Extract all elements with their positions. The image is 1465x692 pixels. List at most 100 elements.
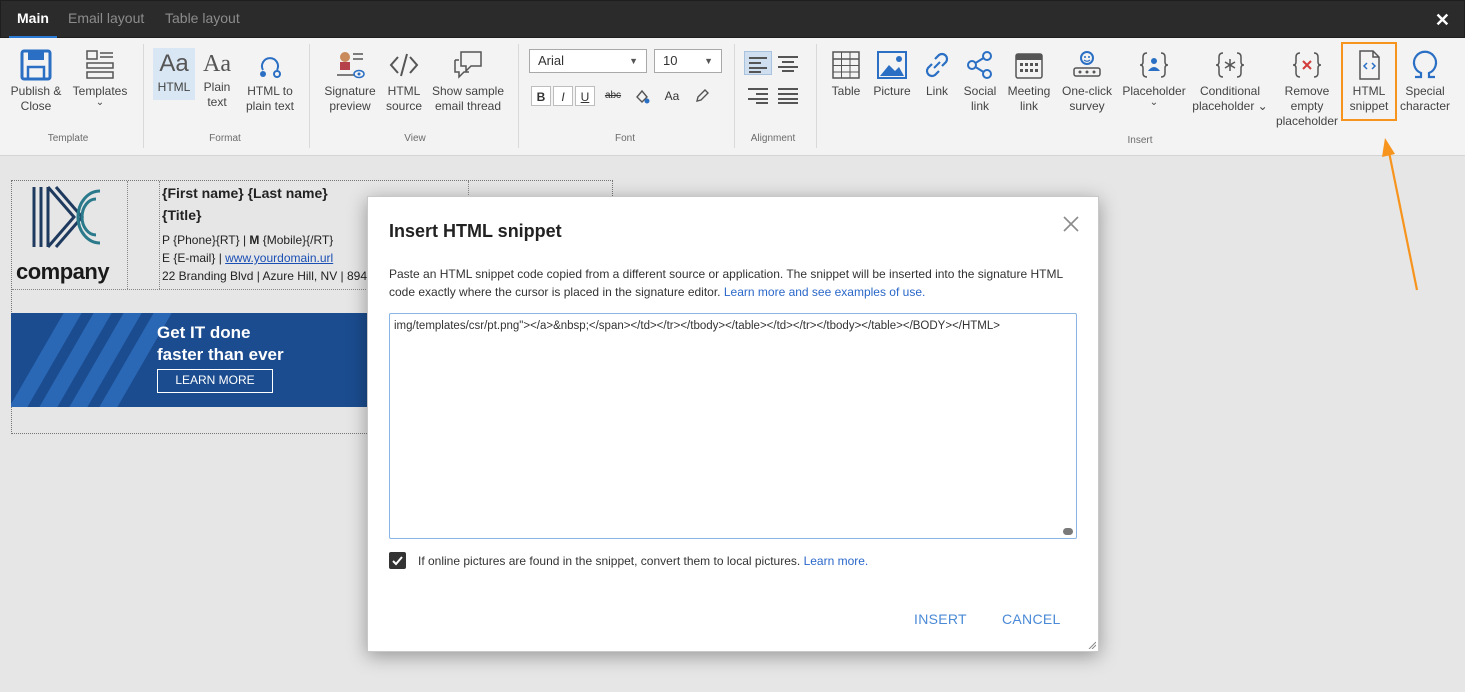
bold-button[interactable]: B	[531, 86, 551, 106]
placeholder-chevron-down-icon: ⌄	[1149, 97, 1159, 108]
omega-icon	[1412, 50, 1438, 79]
ribbon-toolbar: Publish & Close Templates ⌄ Template Aa …	[0, 38, 1465, 156]
font-size-select[interactable]: 10 ▼	[654, 49, 722, 73]
plain-text-button[interactable]: Aa Plain text	[199, 48, 235, 110]
convert-icon	[260, 57, 281, 78]
company-logo-text: company	[16, 259, 110, 284]
insert-button[interactable]: INSERT	[914, 611, 967, 627]
checkmark-icon	[392, 556, 403, 566]
html-source-label-1: HTML	[387, 84, 421, 98]
publish-close-button[interactable]: Publish & Close	[8, 48, 64, 114]
banner-headline-1: Get IT done	[157, 323, 251, 342]
window-close-icon[interactable]: ✕	[1435, 10, 1450, 30]
insert-table-button[interactable]: Table	[828, 48, 864, 99]
align-left-button[interactable]	[744, 51, 772, 75]
italic-button[interactable]: I	[553, 86, 573, 106]
plain-text-label-2: text	[207, 95, 227, 109]
html-to-plain-label-2: plain text	[245, 99, 295, 113]
conditional-label-1: Conditional	[1199, 84, 1261, 98]
insert-placeholder-button[interactable]: Placeholder ⌄	[1121, 48, 1187, 108]
remove-empty-label-1: Remove	[1284, 84, 1330, 98]
survey-icon	[1073, 51, 1101, 77]
strikethrough-button[interactable]: abc	[600, 86, 626, 106]
conditional-label-2: placeholder ⌄	[1192, 99, 1268, 113]
ribbon-separator	[816, 44, 817, 148]
dialog-resize-icon[interactable]	[1088, 641, 1096, 649]
templates-icon	[86, 50, 114, 79]
html-format-button[interactable]: Aa HTML	[153, 48, 195, 100]
meeting-label-2: link	[1019, 99, 1038, 113]
conditional-placeholder-icon	[1215, 52, 1245, 78]
html-snippet-textarea[interactable]: img/templates/csr/pt.png"></a>&nbsp;</sp…	[389, 313, 1077, 539]
remove-empty-placeholder-button[interactable]: Remove empty placeholder	[1274, 48, 1340, 129]
text-color-button[interactable]	[632, 86, 652, 106]
signature-preview-button[interactable]: Signature preview	[322, 48, 378, 114]
learn-more-link[interactable]: Learn more.	[804, 554, 869, 568]
signature-banner[interactable]: Get IT done faster than ever LEARN MORE	[11, 313, 371, 407]
annotation-highlight-box	[1341, 42, 1397, 121]
insert-picture-button[interactable]: Picture	[871, 48, 913, 99]
tab-main[interactable]: Main	[9, 1, 57, 39]
html-to-plain-label-1: HTML to	[247, 84, 293, 98]
insert-meeting-link-button[interactable]: Meeting link	[1005, 48, 1053, 114]
insert-special-character-button[interactable]: Special character	[1398, 48, 1452, 114]
signature-name: {First name} {Last name}	[162, 185, 328, 201]
show-sample-thread-button[interactable]: Show sample email thread	[430, 48, 506, 114]
group-label-font: Font	[614, 133, 635, 144]
meeting-label-1: Meeting	[1007, 84, 1051, 98]
underline-button[interactable]: U	[575, 86, 595, 106]
ribbon-separator	[309, 44, 310, 148]
publish-label-1: Publish &	[10, 84, 62, 98]
survey-label-2: survey	[1069, 99, 1105, 113]
signature-title: {Title}	[162, 207, 202, 223]
font-size-chevron-down-icon: ▼	[704, 56, 713, 66]
special-label-2: character	[1399, 99, 1451, 113]
convert-pictures-checkbox[interactable]	[389, 552, 406, 569]
calendar-icon	[1015, 53, 1043, 79]
signature-preview-icon	[337, 52, 365, 79]
insert-conditional-placeholder-button[interactable]: Conditional placeholder ⌄	[1192, 48, 1268, 114]
dialog-close-icon[interactable]	[1060, 213, 1082, 235]
sample-thread-label-1: Show sample	[431, 84, 505, 98]
cancel-button[interactable]: CANCEL	[1002, 611, 1061, 627]
change-case-button[interactable]: Aa	[662, 86, 682, 106]
publish-label-2: Close	[20, 99, 52, 113]
plain-text-icon: Aa	[203, 51, 231, 77]
dialog-title: Insert HTML snippet	[389, 221, 562, 241]
templates-button[interactable]: Templates ⌄	[70, 48, 130, 108]
learn-more-examples-link[interactable]: Learn more and see examples of use.	[724, 285, 925, 299]
align-right-button[interactable]	[744, 83, 772, 107]
picture-label: Picture	[873, 84, 911, 98]
html-format-icon: Aa	[159, 50, 189, 77]
html-source-button[interactable]: HTML source	[382, 48, 426, 114]
picture-icon	[877, 51, 907, 79]
company-logo[interactable]: company	[12, 181, 128, 289]
social-label-1: Social	[963, 84, 997, 98]
font-family-value: Arial	[538, 53, 565, 68]
font-family-select[interactable]: Arial ▼	[529, 49, 647, 73]
insert-link-button[interactable]: Link	[919, 48, 955, 99]
remove-empty-label-2: empty	[1290, 99, 1324, 113]
survey-label-1: One-click	[1061, 84, 1112, 98]
tab-email-layout[interactable]: Email layout	[68, 1, 144, 39]
signature-url-link[interactable]: www.yourdomain.url	[225, 251, 333, 265]
signature-preview-label-1: Signature	[324, 84, 376, 98]
html-format-label: HTML	[157, 80, 191, 94]
link-label: Link	[925, 84, 948, 98]
clear-format-button[interactable]	[692, 86, 712, 106]
align-justify-button[interactable]	[774, 83, 802, 107]
insert-social-link-button[interactable]: Social link	[961, 48, 999, 114]
banner-headline-2: faster than ever	[157, 345, 284, 364]
tab-table-layout[interactable]: Table layout	[165, 1, 240, 39]
signature-spacer-cell	[128, 181, 160, 289]
insert-html-snippet-dialog: Insert HTML snippet Paste an HTML snippe…	[367, 196, 1099, 652]
banner-learn-more-button[interactable]: LEARN MORE	[157, 369, 273, 393]
placeholder-icon	[1139, 52, 1169, 78]
signature-address: 22 Branding Blvd | Azure Hill, NV | 894	[162, 269, 368, 283]
paint-drop-icon	[636, 89, 650, 104]
thread-icon	[454, 51, 482, 79]
insert-survey-button[interactable]: One-click survey	[1058, 48, 1116, 114]
special-label-1: Special	[1405, 84, 1445, 98]
html-to-plain-button[interactable]: HTML to plain text	[240, 48, 300, 114]
align-center-button[interactable]	[774, 51, 802, 75]
